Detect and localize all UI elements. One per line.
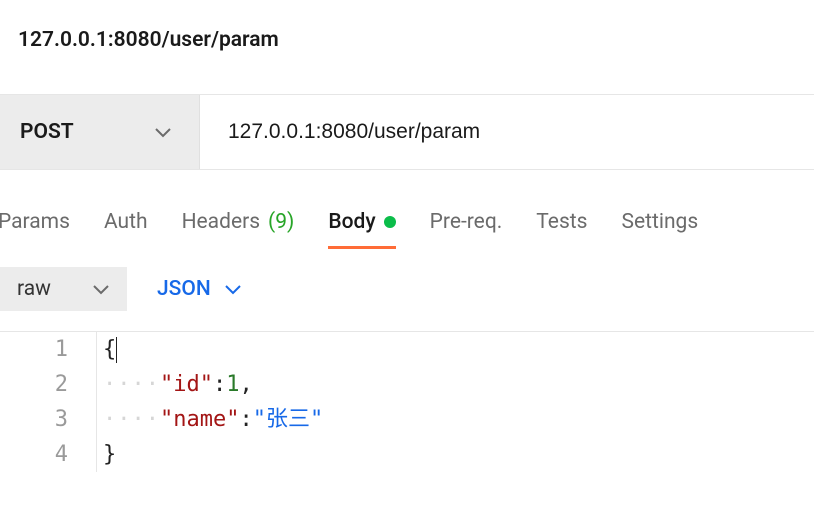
tab-body-label: Body [328,210,375,234]
line-number: 1 [0,333,96,366]
json-string: "张三" [253,403,324,436]
code-brace: } [103,438,116,471]
text-caret-icon [116,337,117,363]
editor-line: 4 } [0,437,814,472]
chevron-down-icon [93,280,109,299]
tab-headers-label: Headers [182,210,260,234]
editor-line: 1 { [0,332,814,367]
http-method-label: POST [20,120,74,144]
indent-guide: ···· [103,368,160,401]
tab-params[interactable]: Params [0,210,70,246]
tab-settings[interactable]: Settings [622,210,699,246]
tab-headers[interactable]: Headers (9) [182,210,295,246]
code-brace: { [103,333,116,366]
tab-prereq[interactable]: Pre-req. [430,210,503,246]
http-method-selector[interactable]: POST [0,95,200,169]
body-format-label: JSON [157,277,211,301]
code-cell[interactable]: ····"id":1, [96,367,253,402]
indent-guide: ···· [103,403,160,436]
chevron-down-icon [225,280,241,299]
url-input-container [200,95,814,169]
body-options-row: raw JSON [0,249,814,329]
url-input[interactable] [228,120,786,144]
editor-line: 3 ····"name":"张三" [0,402,814,437]
request-title: 127.0.0.1:8080/user/param [0,0,814,52]
body-type-label: raw [17,277,51,301]
body-format-selector[interactable]: JSON [151,277,247,301]
json-number: 1 [226,368,239,401]
line-number: 2 [0,368,96,401]
modified-dot-icon [384,216,396,228]
tab-tests[interactable]: Tests [536,210,587,246]
code-cell[interactable]: } [96,437,116,472]
request-tabs: Params Auth Headers (9) Body Pre-req. Te… [0,170,814,249]
line-number: 3 [0,403,96,436]
code-cell[interactable]: { [96,332,117,367]
json-key: "name" [160,403,239,436]
json-colon: : [239,403,252,436]
line-number: 4 [0,438,96,471]
request-row: POST [0,94,814,170]
tab-auth[interactable]: Auth [104,210,148,246]
tab-headers-count: (9) [268,210,294,234]
json-key: "id" [160,368,213,401]
chevron-down-icon [155,123,171,142]
editor-line: 2 ····"id":1, [0,367,814,402]
json-editor[interactable]: 1 { 2 ····"id":1, 3 ····"name":"张三" 4 } [0,331,814,472]
json-comma: , [239,368,252,401]
tab-body[interactable]: Body [328,210,395,249]
body-type-selector[interactable]: raw [0,267,127,311]
code-cell[interactable]: ····"name":"张三" [96,402,323,437]
json-colon: : [213,368,226,401]
